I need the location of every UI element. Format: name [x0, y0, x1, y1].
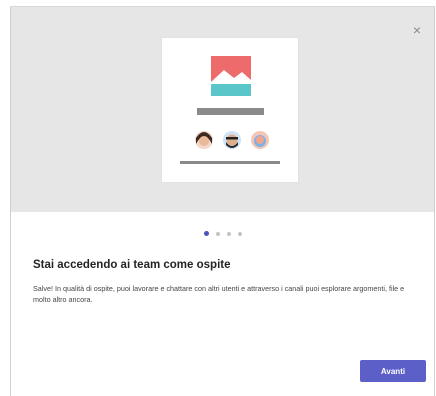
illustration-card: [161, 37, 299, 183]
dialog-title: Stai accedendo ai team come ospite: [33, 259, 231, 271]
guest-welcome-dialog: × Stai accedendo ai team come ospite Sal…: [10, 6, 435, 396]
avatar-2: [223, 131, 241, 149]
next-button[interactable]: Avanti: [360, 360, 426, 382]
placeholder-bar: [197, 108, 264, 115]
pagination-dot-4[interactable]: [237, 232, 242, 236]
pagination-dot-3[interactable]: [226, 232, 231, 236]
close-icon[interactable]: ×: [410, 23, 424, 37]
team-illustration: [180, 56, 280, 164]
picture-icon: [211, 56, 251, 96]
dialog-body-text: Salve! In qualità di ospite, puoi lavora…: [33, 284, 405, 304]
hero-banner: [11, 7, 434, 212]
pagination-dot-2[interactable]: [215, 232, 220, 236]
avatar-3: [251, 131, 269, 149]
placeholder-line: [180, 161, 280, 164]
avatar-1: [195, 131, 213, 149]
pagination-dot-1[interactable]: [203, 231, 209, 236]
pagination-dots: [11, 229, 434, 239]
